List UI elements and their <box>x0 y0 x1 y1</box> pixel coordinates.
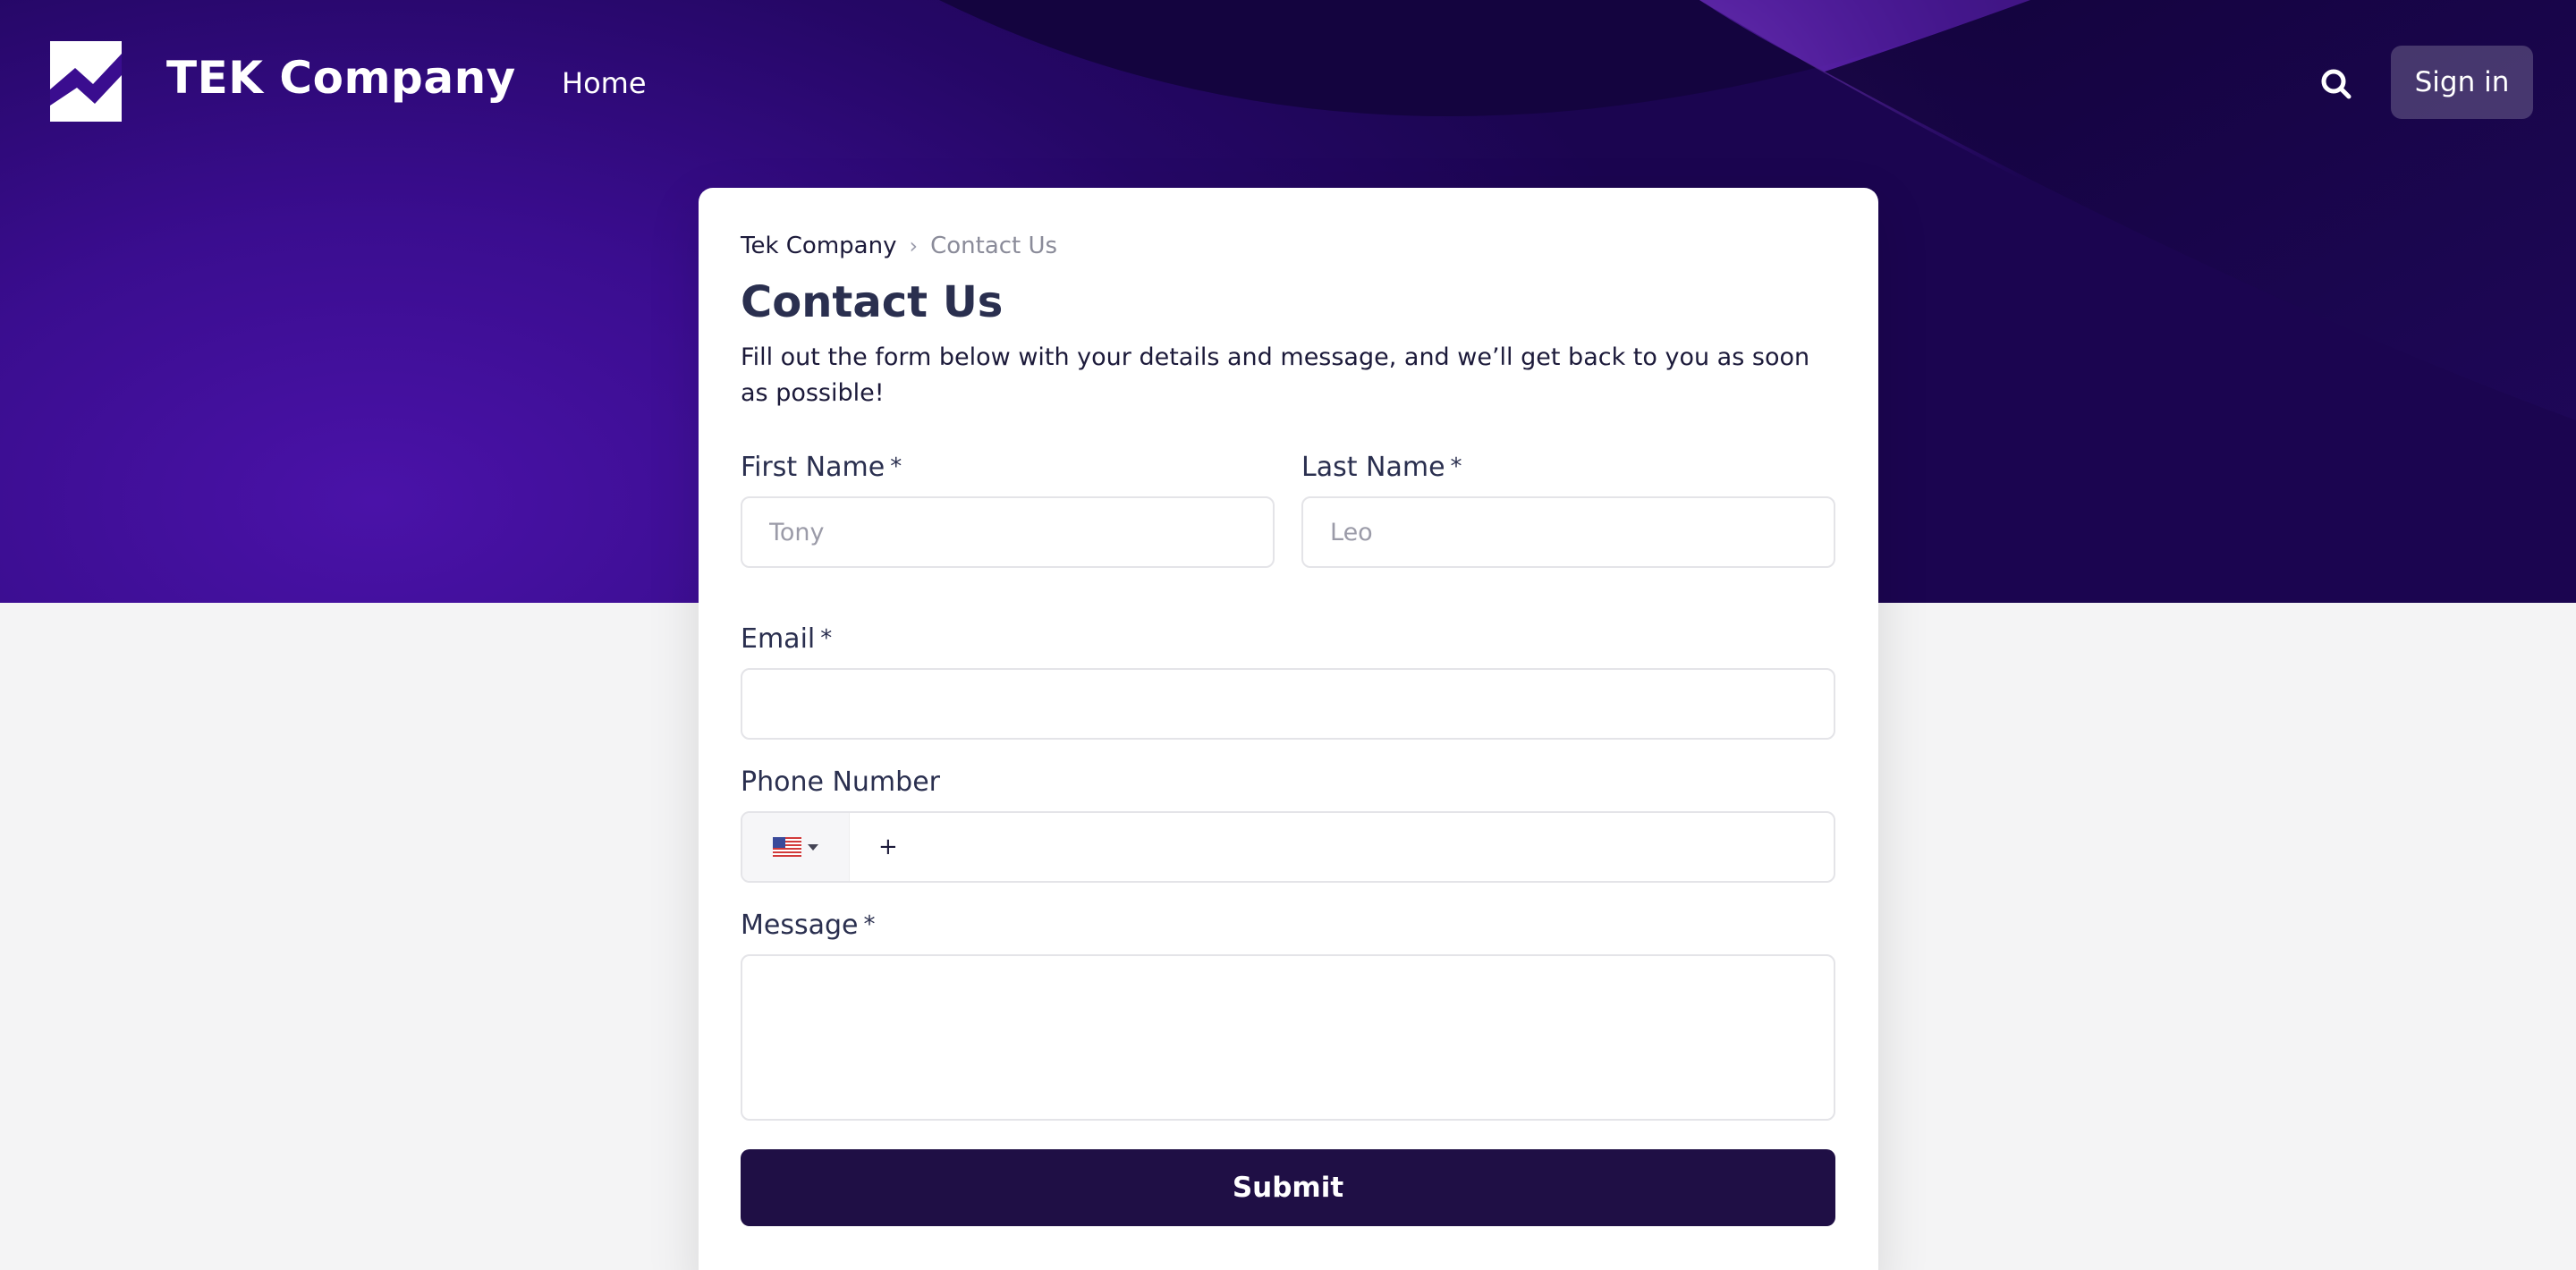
search-icon[interactable] <box>2315 63 2360 107</box>
submit-button[interactable]: Submit <box>741 1149 1835 1226</box>
us-flag-icon <box>772 837 801 857</box>
phone-field: + <box>741 811 1835 883</box>
brand-name[interactable]: TEK Company <box>166 52 516 104</box>
email-label-text: Email <box>741 623 816 655</box>
message-label: Message * <box>741 910 875 941</box>
contact-card: Tek Company › Contact Us Contact Us Fill… <box>699 188 1878 1270</box>
email-input[interactable] <box>741 668 1835 740</box>
last-name-label: Last Name * <box>1301 452 1462 483</box>
required-marker: * <box>890 453 902 480</box>
site-header: TEK Company Home Sign in <box>0 0 2576 170</box>
message-label-text: Message <box>741 910 859 941</box>
required-marker: * <box>1450 453 1462 480</box>
chevron-right-icon: › <box>909 233 919 258</box>
caret-down-icon <box>807 844 818 851</box>
first-name-input[interactable] <box>741 496 1275 568</box>
first-name-label: First Name * <box>741 452 902 483</box>
required-marker: * <box>820 625 833 652</box>
phone-prefix: + <box>878 834 898 860</box>
page-intro: Fill out the form below with your detail… <box>741 343 1810 407</box>
breadcrumb: Tek Company › Contact Us <box>741 233 1057 259</box>
breadcrumb-current: Contact Us <box>930 233 1058 259</box>
nav-home-link[interactable]: Home <box>562 66 647 100</box>
last-name-label-text: Last Name <box>1301 452 1445 483</box>
tek-logo-icon[interactable] <box>50 41 122 122</box>
first-name-label-text: First Name <box>741 452 886 483</box>
last-name-input[interactable] <box>1301 496 1835 568</box>
message-textarea[interactable] <box>741 954 1835 1121</box>
country-code-select[interactable] <box>742 813 850 881</box>
breadcrumb-home-link[interactable]: Tek Company <box>741 233 896 259</box>
page-title: Contact Us <box>741 277 1004 327</box>
sign-in-button[interactable]: Sign in <box>2391 46 2533 119</box>
phone-label: Phone Number <box>741 766 940 798</box>
required-marker: * <box>863 911 876 938</box>
phone-input[interactable] <box>897 813 1834 881</box>
email-label: Email * <box>741 623 832 655</box>
